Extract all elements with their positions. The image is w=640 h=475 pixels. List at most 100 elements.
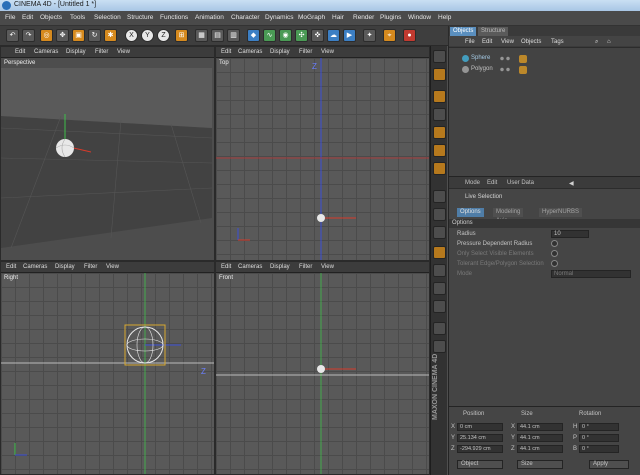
object-name[interactable]: Polygon xyxy=(471,66,493,72)
sphere-object[interactable] xyxy=(317,214,325,222)
menu-dynamics[interactable]: Dynamics xyxy=(265,14,294,21)
size-mode-dropdown[interactable]: Size xyxy=(517,460,563,469)
viewport-menu-cameras[interactable]: Cameras xyxy=(34,49,58,55)
objects-menu-objects[interactable]: Objects xyxy=(521,39,541,45)
viewport-menu-edit[interactable]: Edit xyxy=(15,49,25,55)
menu-mograph[interactable]: MoGraph xyxy=(298,14,325,21)
scale-icon[interactable]: ▣ xyxy=(72,29,85,42)
menu-render[interactable]: Render xyxy=(353,14,374,21)
menu-tools[interactable]: Tools xyxy=(70,14,85,21)
visibility-dots[interactable] xyxy=(499,56,511,61)
visible-only-checkbox[interactable] xyxy=(551,250,558,257)
viewport-menu-filter[interactable]: Filter xyxy=(95,49,108,55)
tab-structure[interactable]: Structure xyxy=(478,27,509,36)
size-x-input[interactable]: 44.1 cm xyxy=(517,423,563,431)
texture-tool-icon[interactable] xyxy=(433,90,446,103)
pressure-radius-checkbox[interactable] xyxy=(551,240,558,247)
cube-object-icon[interactable]: ◆ xyxy=(247,29,260,42)
coordinate-system-icon[interactable]: ⊞ xyxy=(175,29,188,42)
menu-hair[interactable]: Hair xyxy=(332,14,344,21)
object-name[interactable]: Sphere xyxy=(471,55,490,61)
viewport-menu-display[interactable]: Display xyxy=(270,49,290,55)
viewport-menu-view[interactable]: View xyxy=(106,264,119,270)
tab-hypernurbs[interactable]: HyperNURBS xyxy=(539,208,583,217)
knife-tool-icon[interactable] xyxy=(433,300,446,313)
visibility-dots[interactable] xyxy=(499,67,511,72)
viewport-menu-cameras[interactable]: Cameras xyxy=(23,264,47,270)
nurbs-icon[interactable]: ◉ xyxy=(279,29,292,42)
camera-icon[interactable]: ▶ xyxy=(343,29,356,42)
search-icon[interactable]: ⌕ xyxy=(595,39,598,46)
menu-structure[interactable]: Structure xyxy=(127,14,153,21)
position-x-input[interactable]: 0 cm xyxy=(457,423,503,431)
menu-plugins[interactable]: Plugins xyxy=(380,14,401,21)
viewport-right[interactable]: Edit Cameras Display Filter View Z Right xyxy=(0,261,215,475)
viewport-menu-filter[interactable]: Filter xyxy=(299,49,312,55)
attributes-menu-user-data[interactable]: User Data xyxy=(507,180,534,186)
menu-selection[interactable]: Selection xyxy=(94,14,121,21)
radius-input[interactable]: 10 xyxy=(551,230,589,238)
live-selection-icon[interactable]: ◎ xyxy=(40,29,53,42)
apply-button[interactable]: Apply xyxy=(589,460,629,469)
environment-icon[interactable]: ☁ xyxy=(327,29,340,42)
viewport-menu-display[interactable]: Display xyxy=(66,49,86,55)
deformer-icon[interactable]: ✜ xyxy=(311,29,324,42)
tab-objects[interactable]: Objects xyxy=(450,27,477,36)
sphere-object[interactable] xyxy=(317,365,325,373)
tab-options[interactable]: Options xyxy=(457,208,484,217)
tolerant-selection-checkbox[interactable] xyxy=(551,260,558,267)
spline-pen-icon[interactable]: ∿ xyxy=(263,29,276,42)
texture-tag-icon[interactable] xyxy=(519,55,527,63)
position-z-input[interactable]: -294.929 cm xyxy=(457,445,503,453)
size-z-input[interactable]: 44.1 cm xyxy=(517,445,563,453)
edges-tool-icon[interactable] xyxy=(433,144,446,157)
viewport-menu-edit[interactable]: Edit xyxy=(6,264,16,270)
viewport-menu-edit[interactable]: Edit xyxy=(221,49,231,55)
viewport-menu-filter[interactable]: Filter xyxy=(84,264,97,270)
array-icon[interactable]: ✣ xyxy=(295,29,308,42)
sphere-object[interactable] xyxy=(56,139,74,157)
light-icon[interactable]: ✦ xyxy=(363,29,376,42)
menu-functions[interactable]: Functions xyxy=(160,14,188,21)
viewport-menu-display[interactable]: Display xyxy=(55,264,75,270)
undo-icon[interactable]: ↶ xyxy=(6,29,19,42)
viewport-menu-display[interactable]: Display xyxy=(270,264,290,270)
grid-tool-icon[interactable] xyxy=(433,226,446,239)
polygons-tool-icon[interactable] xyxy=(433,162,446,175)
loop-tool-icon[interactable] xyxy=(433,282,446,295)
position-y-input[interactable]: 25.134 cm xyxy=(457,434,503,442)
object-row-sphere[interactable]: Sphere xyxy=(449,54,640,64)
workplane-tool-icon[interactable] xyxy=(433,208,446,221)
z-axis-lock-button[interactable]: Z xyxy=(157,29,170,42)
objects-menu-file[interactable]: File xyxy=(465,39,475,45)
last-tool-icon[interactable]: ✱ xyxy=(104,29,117,42)
bevel-tool-icon[interactable] xyxy=(433,340,446,353)
object-row-polygon[interactable]: Polygon xyxy=(449,65,640,75)
viewport-menu-view[interactable]: View xyxy=(321,264,334,270)
rotation-p-input[interactable]: 0 ° xyxy=(579,434,619,442)
attributes-menu-edit[interactable]: Edit xyxy=(487,180,497,186)
menu-character[interactable]: Character xyxy=(231,14,260,21)
home-icon[interactable]: ⌂ xyxy=(607,39,611,45)
tab-modeling-axis[interactable]: Modeling Axis xyxy=(493,208,524,224)
use-object-tool-icon[interactable] xyxy=(433,68,446,81)
rotate-icon[interactable]: ↻ xyxy=(88,29,101,42)
menu-objects[interactable]: Objects xyxy=(40,14,62,21)
viewport-menu-filter[interactable]: Filter xyxy=(299,264,312,270)
coordinate-mode-dropdown[interactable]: Object xyxy=(457,460,503,469)
y-axis-lock-button[interactable]: Y xyxy=(141,29,154,42)
viewport-menu-cameras[interactable]: Cameras xyxy=(238,49,262,55)
render-picture-viewer-icon[interactable]: ▤ xyxy=(211,29,224,42)
extrude-tool-icon[interactable] xyxy=(433,322,446,335)
viewport-perspective[interactable]: Edit Cameras Display Filter View Perspec… xyxy=(0,46,215,261)
record-icon[interactable]: ● xyxy=(403,29,416,42)
mode-select[interactable]: Normal xyxy=(551,270,631,278)
viewport-menu-cameras[interactable]: Cameras xyxy=(238,264,262,270)
menu-file[interactable]: File xyxy=(5,14,15,21)
render-settings-icon[interactable]: ▥ xyxy=(227,29,240,42)
viewport-front[interactable]: Edit Cameras Display Filter View Front xyxy=(215,261,430,475)
menu-help[interactable]: Help xyxy=(438,14,451,21)
size-y-input[interactable]: 44.1 cm xyxy=(517,434,563,442)
brush-tool-icon[interactable] xyxy=(433,246,446,259)
viewport-menu-view[interactable]: View xyxy=(321,49,334,55)
